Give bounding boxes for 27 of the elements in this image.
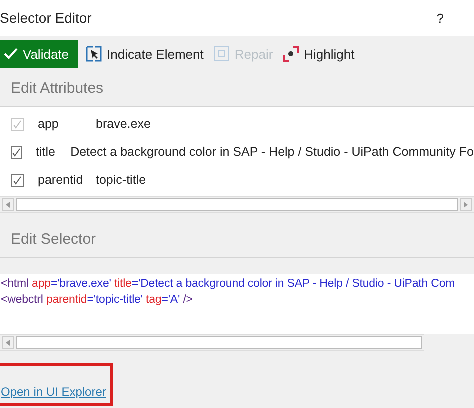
- ui-explorer-link[interactable]: Open in UI Explorer: [0, 385, 106, 399]
- section-heading: Edit Selector: [11, 230, 96, 248]
- attribute-value: brave.exe: [96, 117, 151, 131]
- square-icon: [214, 46, 230, 62]
- scroll-right-icon[interactable]: [460, 198, 472, 211]
- attribute-value: topic-title: [96, 173, 146, 187]
- scrollbar[interactable]: [0, 334, 424, 351]
- attribute-name: app: [38, 117, 60, 131]
- validate-button[interactable]: Validate: [0, 40, 78, 68]
- cursor-icon: [86, 46, 102, 62]
- attribute-value: Detect a background color in SAP - Help / Studio - UiPath Community Fo: [70, 145, 474, 159]
- highlight-button[interactable]: Highlight: [281, 40, 357, 68]
- selector-code-line: <html app='brave.exe' title='Detect a background color in SAP - Help / Studio - UiPath Com: [0, 277, 456, 292]
- checkbox[interactable]: [11, 146, 22, 158]
- check-icon: [4, 48, 18, 60]
- help-button[interactable]: ?: [436, 10, 444, 26]
- scroll-left-icon[interactable]: [2, 198, 14, 211]
- selector-code-line: <webctrl parentid='topic-title' tag='A' />: [0, 293, 194, 308]
- checkbox[interactable]: [11, 174, 24, 186]
- scrollbar[interactable]: [0, 196, 474, 213]
- indicate-button[interactable]: Indicate Element: [84, 40, 206, 68]
- scroll-left-icon[interactable]: [2, 336, 14, 349]
- target-icon: [283, 46, 300, 62]
- attribute-name: title: [36, 145, 56, 159]
- window-title: Selector Editor: [0, 10, 92, 26]
- section-heading: Edit Attributes: [11, 80, 104, 96]
- attribute-name: parentid: [38, 173, 84, 187]
